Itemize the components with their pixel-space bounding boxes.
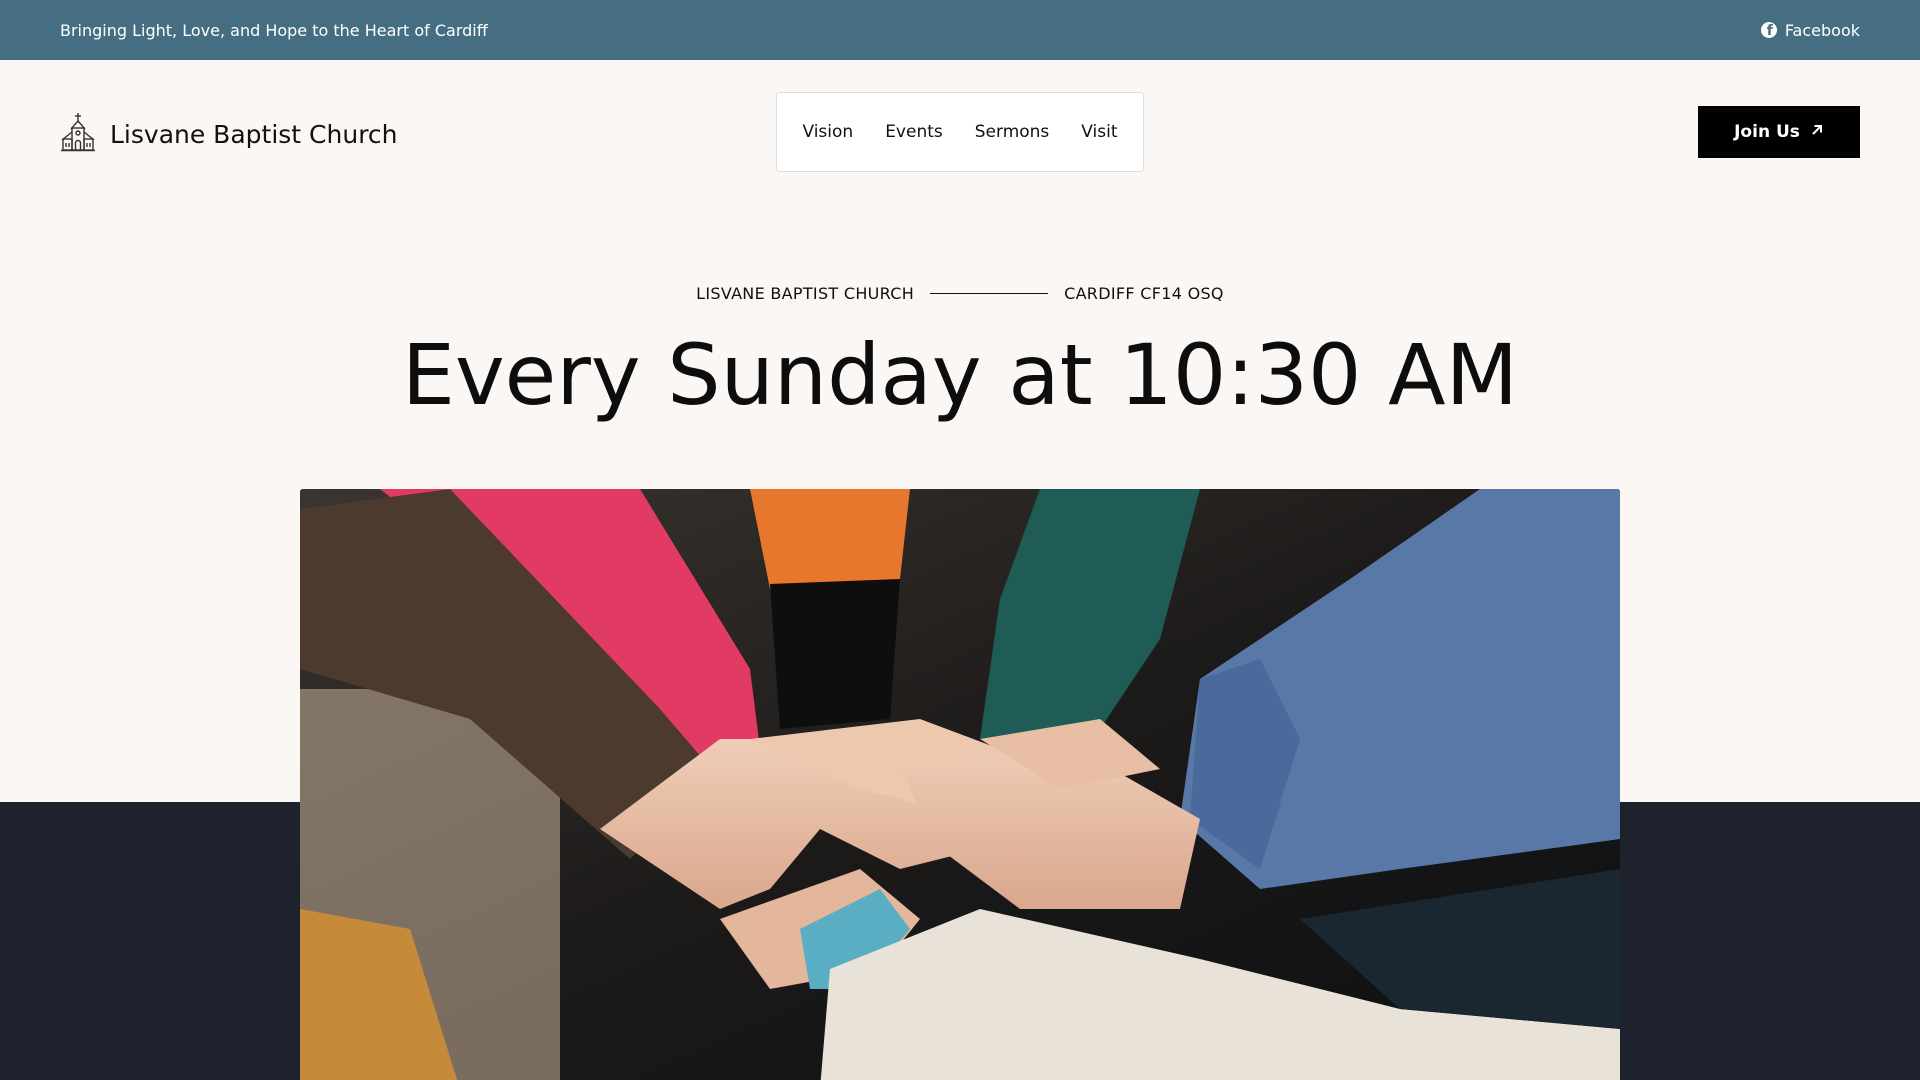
brand-name: Lisvane Baptist Church (110, 119, 398, 149)
eyebrow-church-name: LISVANE BAPTIST CHURCH (696, 284, 915, 303)
announcement-bar: Bringing Light, Love, and Hope to the He… (0, 0, 1920, 60)
nav-item-events[interactable]: Events (885, 122, 943, 142)
church-icon (60, 112, 96, 156)
hero-photo (300, 489, 1620, 1080)
tagline: Bringing Light, Love, and Hope to the He… (60, 20, 488, 40)
main-navigation: Vision Events Sermons Visit (776, 92, 1144, 172)
arrow-up-right-icon (1810, 122, 1824, 142)
eyebrow-location: CARDIFF CF14 OSQ (1064, 284, 1224, 303)
hero-eyebrow: LISVANE BAPTIST CHURCH CARDIFF CF14 OSQ (0, 284, 1920, 303)
hero-headline: Every Sunday at 10:30 AM (401, 326, 1519, 424)
join-us-button[interactable]: Join Us (1698, 106, 1860, 158)
site-header: Lisvane Baptist Church Vision Events Ser… (0, 60, 1920, 202)
join-us-label: Join Us (1734, 122, 1800, 142)
facebook-label: Facebook (1784, 20, 1860, 40)
nav-item-sermons[interactable]: Sermons (975, 122, 1050, 142)
nav-item-vision[interactable]: Vision (802, 122, 853, 142)
facebook-link[interactable]: f Facebook (1760, 20, 1860, 40)
eyebrow-divider (930, 293, 1049, 294)
facebook-icon: f (1760, 22, 1777, 38)
nav-item-visit[interactable]: Visit (1081, 122, 1117, 142)
brand-logo-link[interactable]: Lisvane Baptist Church (60, 112, 398, 156)
